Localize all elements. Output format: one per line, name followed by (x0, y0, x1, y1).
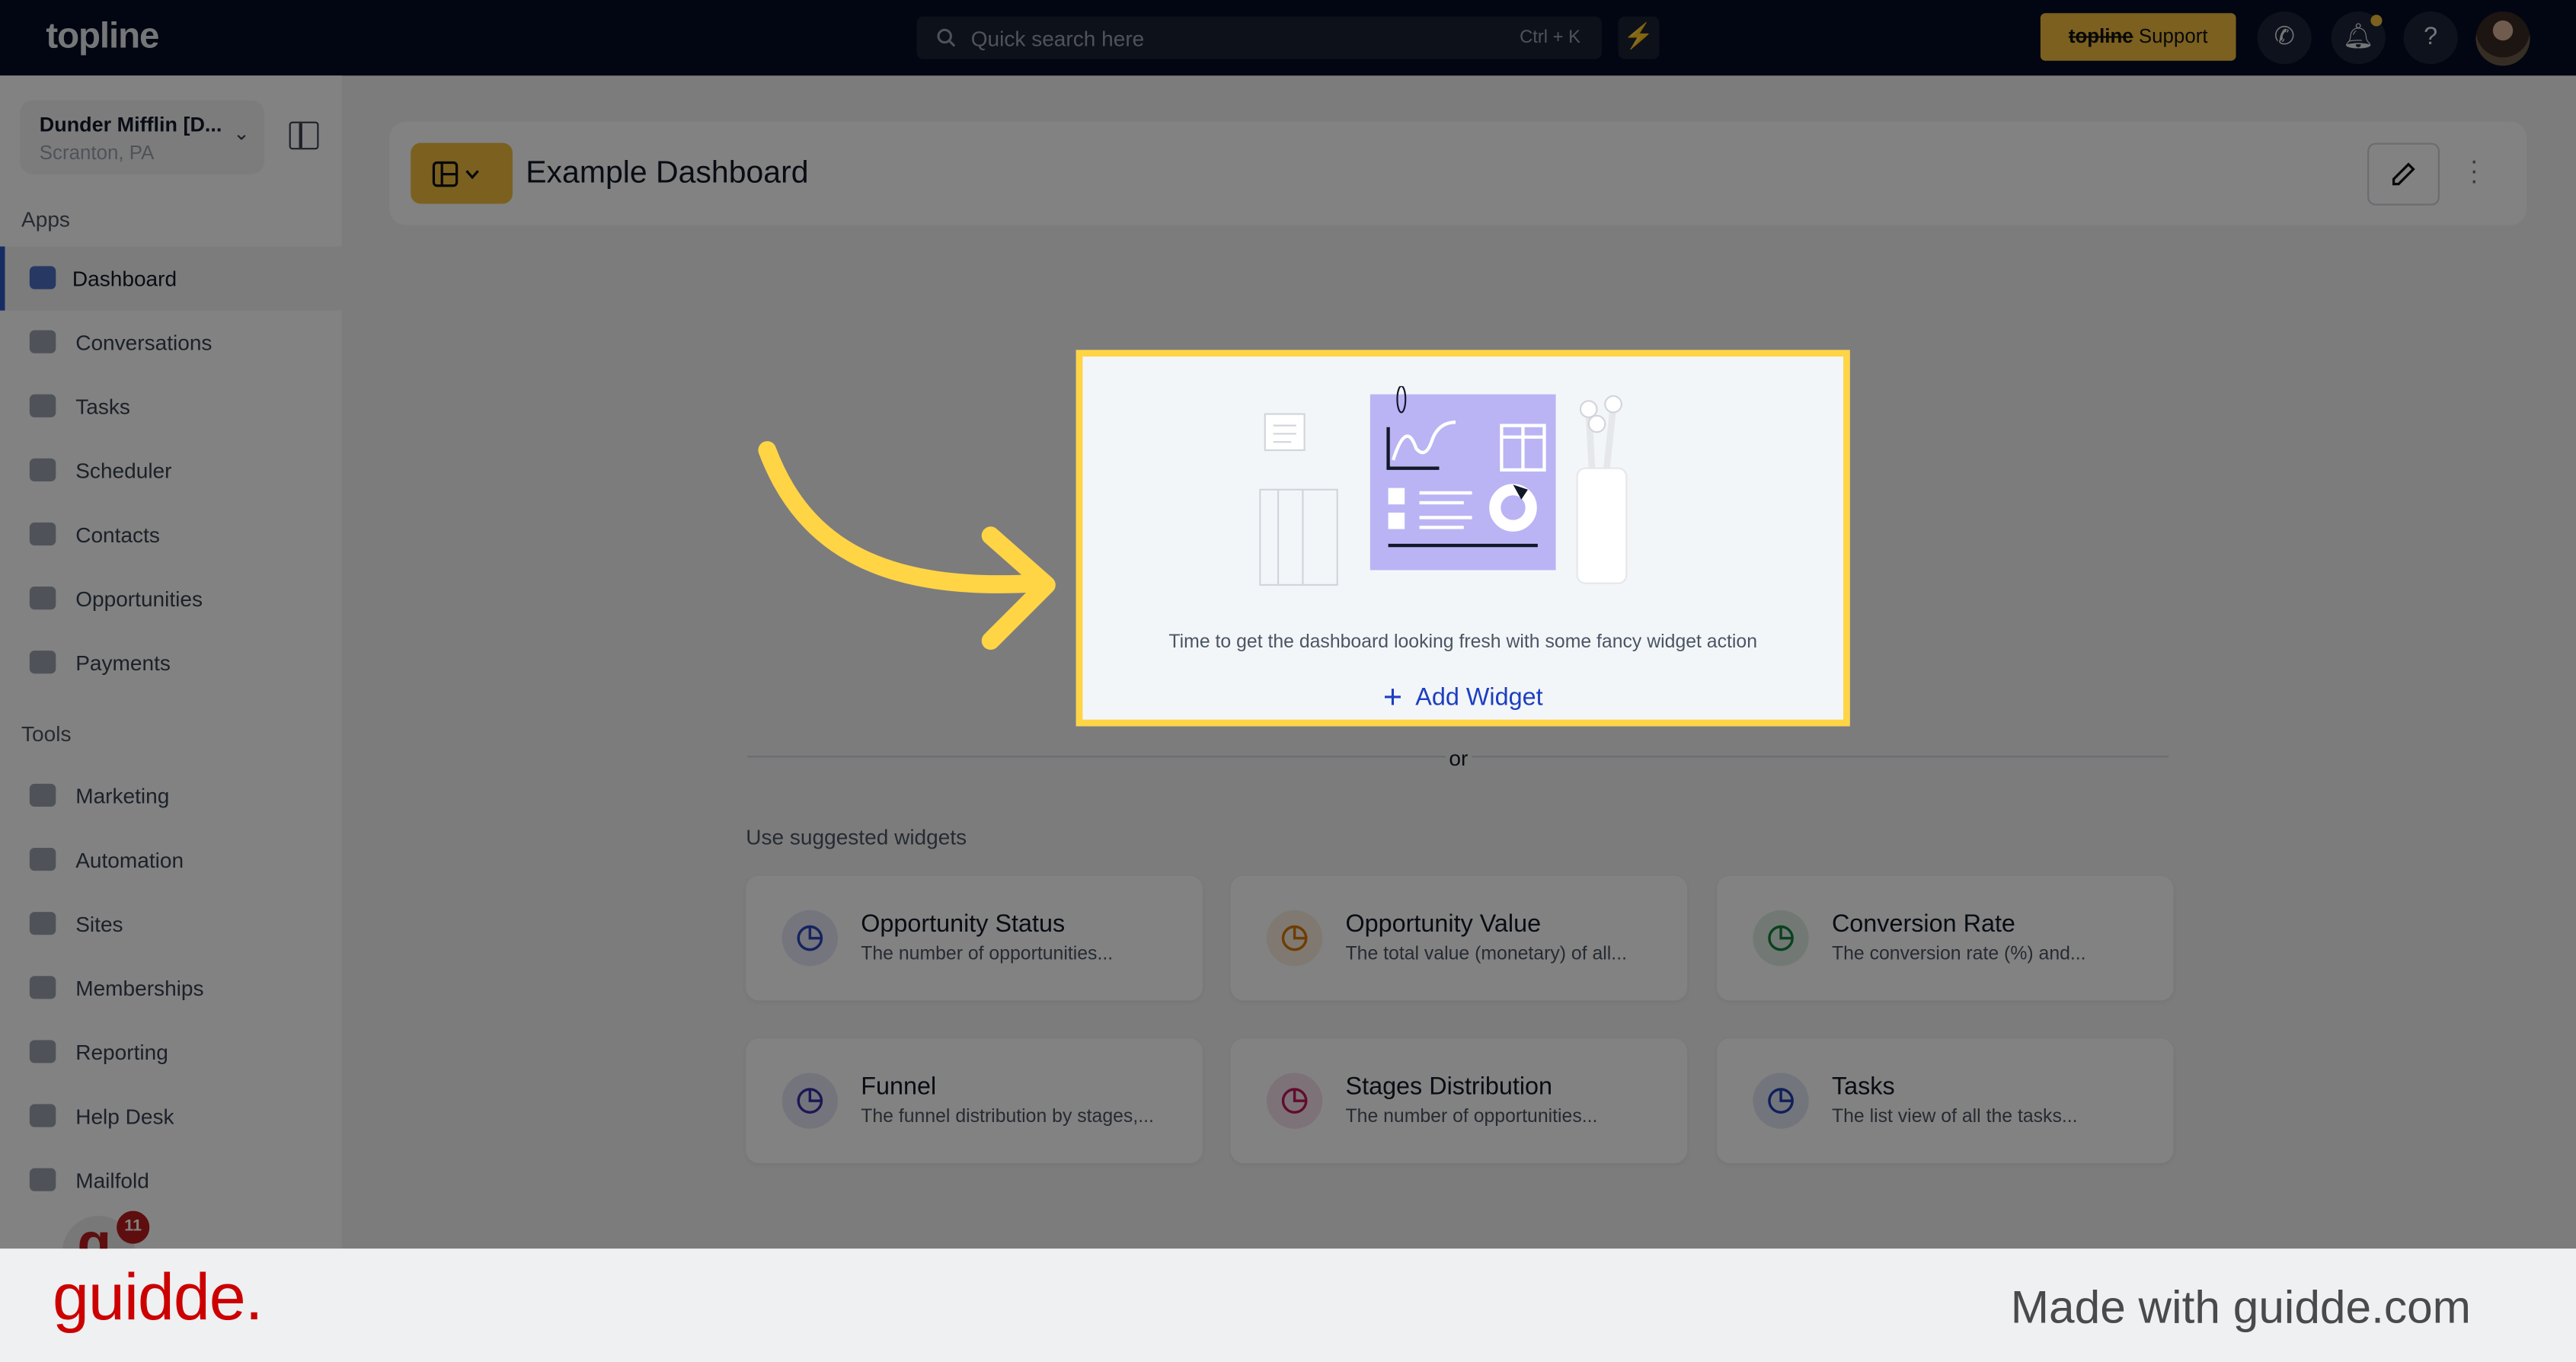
plus-icon: + (1382, 679, 1403, 717)
dashboard-illustration-icon (1259, 385, 1628, 586)
guidde-footer: guidde. Made with guidde.com (0, 1248, 2576, 1362)
add-widget-button[interactable]: + Add Widget (1082, 680, 1843, 718)
made-with-label: Made with guidde.com (2010, 1281, 2471, 1333)
empty-dashboard-card: Time to get the dashboard looking fresh … (1075, 350, 1850, 727)
empty-state-message: Time to get the dashboard looking fresh … (1168, 632, 1758, 653)
add-widget-label: Add Widget (1415, 683, 1543, 711)
arrow-annotation-icon (758, 441, 1056, 651)
guidde-logo: guidde. (53, 1261, 264, 1335)
